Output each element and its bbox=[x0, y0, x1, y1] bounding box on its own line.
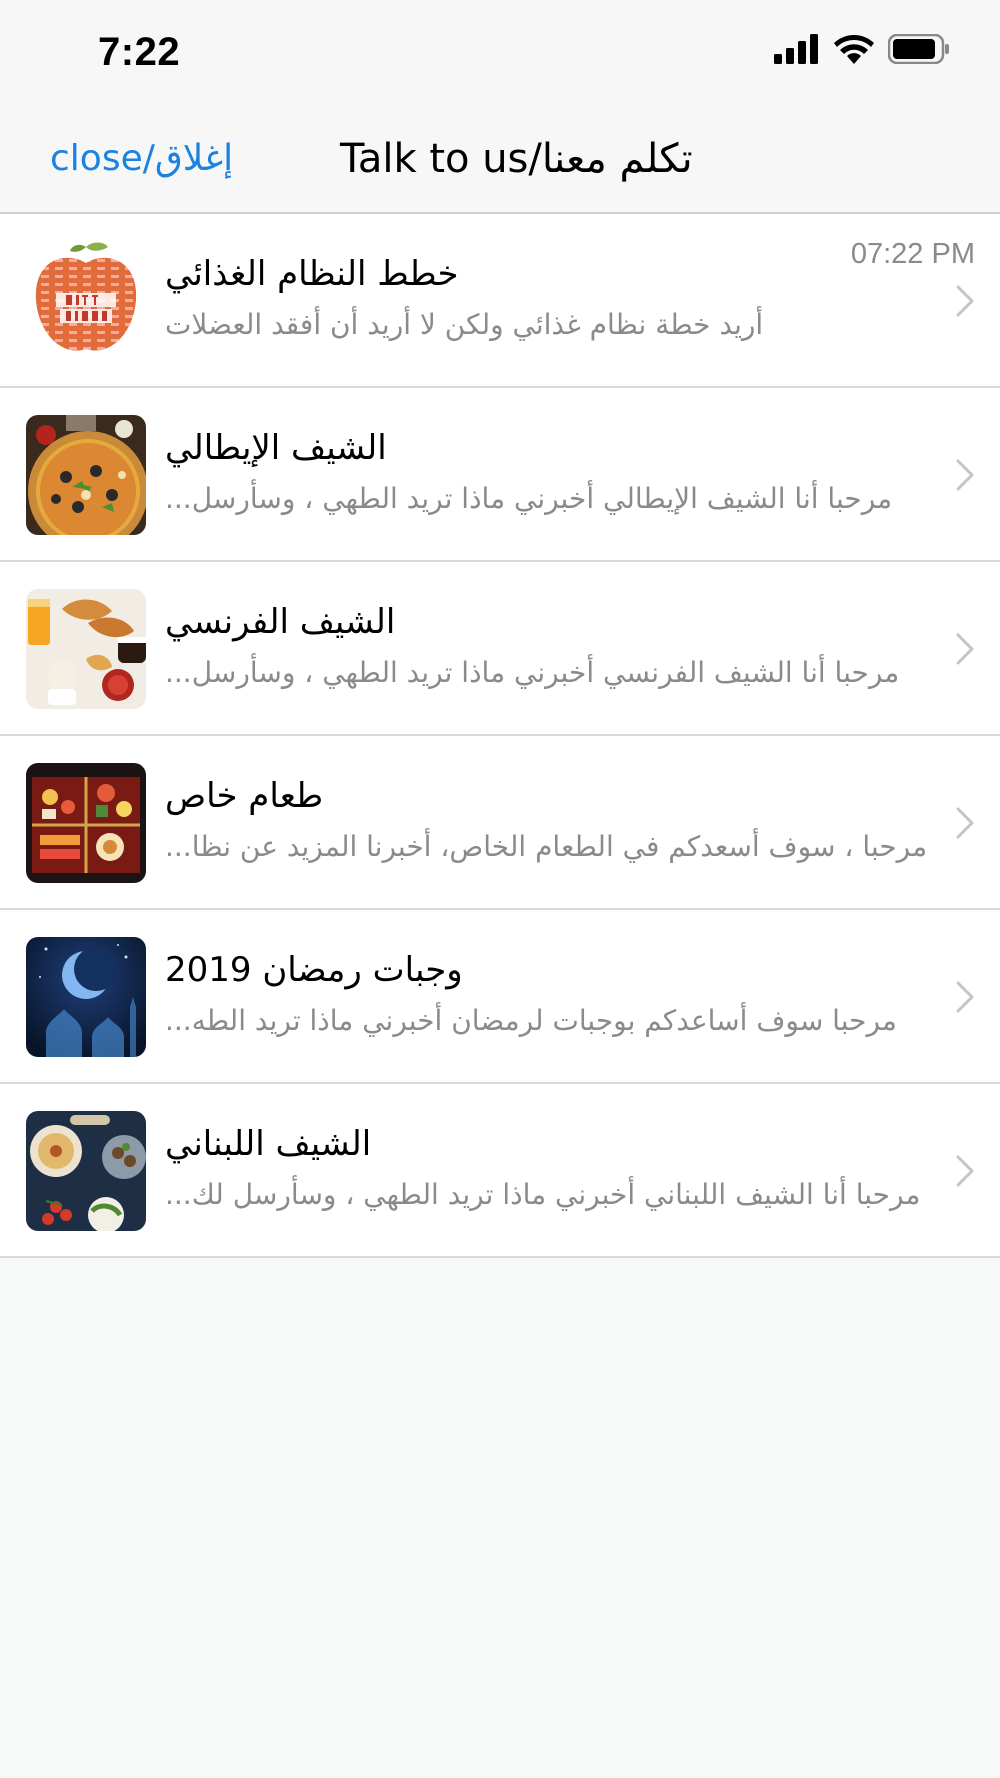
special-food-thumbnail bbox=[26, 763, 146, 883]
status-bar: 7:22 bbox=[0, 0, 1000, 100]
conversation-title: الشيف اللبناني bbox=[165, 1124, 372, 1164]
french-chef-thumbnail bbox=[26, 589, 146, 709]
conversation-preview: مرحبا أنا الشيف اللبناني أخبرني ماذا تري… bbox=[165, 1178, 921, 1211]
ramadan-meals-thumbnail bbox=[26, 937, 146, 1057]
conversation-title: الشيف الفرنسي bbox=[165, 602, 396, 642]
chevron-right-icon bbox=[956, 807, 974, 839]
status-time: 7:22 bbox=[98, 30, 181, 74]
ramadan-moon-image bbox=[26, 937, 146, 1057]
conversation-row-ramadan-meals[interactable]: وجبات رمضان 2019 مرحبا سوف أساعدكم بوجبا… bbox=[0, 910, 1000, 1084]
chevron-right-icon bbox=[956, 285, 974, 317]
conversation-preview: مرحبا أنا الشيف الفرنسي أخبرني ماذا تريد… bbox=[165, 656, 900, 689]
conversation-list: خطط النظام الغذائي أريد خطة نظام غذائي و… bbox=[0, 214, 1000, 1258]
close-button[interactable]: close/إغلاق bbox=[50, 138, 233, 179]
conversation-preview: أريد خطة نظام غذائي ولكن لا أريد أن أفقد… bbox=[165, 308, 764, 341]
conversation-title: الشيف الإيطالي bbox=[165, 428, 387, 468]
breakfast-image bbox=[26, 589, 146, 709]
battery-icon bbox=[888, 34, 949, 64]
conversation-row-diet-plan[interactable]: خطط النظام الغذائي أريد خطة نظام غذائي و… bbox=[0, 214, 1000, 388]
conversation-timestamp: 07:22 PM bbox=[850, 238, 975, 270]
conversation-title: طعام خاص bbox=[165, 776, 324, 816]
chevron-right-icon bbox=[956, 981, 974, 1013]
conversation-row-italian-chef[interactable]: الشيف الإيطالي مرحبا أنا الشيف الإيطالي … bbox=[0, 388, 1000, 562]
cellular-signal-icon bbox=[774, 34, 818, 64]
diet-plan-apple-image bbox=[26, 241, 146, 361]
navigation-bar: close/إغلاق Talk to us/تكلم معنا bbox=[0, 100, 1000, 214]
status-icons bbox=[774, 34, 950, 64]
conversation-title: خطط النظام الغذائي bbox=[165, 254, 459, 294]
italian-chef-thumbnail bbox=[26, 415, 146, 535]
conversation-title: وجبات رمضان 2019 bbox=[165, 950, 463, 990]
page-title: Talk to us/تكلم معنا bbox=[340, 136, 693, 182]
conversation-row-french-chef[interactable]: الشيف الفرنسي مرحبا أنا الشيف الفرنسي أخ… bbox=[0, 562, 1000, 736]
conversation-preview: مرحبا ، سوف أسعدكم في الطعام الخاص، أخبر… bbox=[165, 830, 928, 863]
diet-plan-thumbnail bbox=[26, 241, 146, 361]
lebanese-mezze-image bbox=[26, 1111, 146, 1231]
wifi-icon bbox=[834, 35, 874, 64]
pizza-image bbox=[26, 415, 146, 535]
conversation-row-special-food[interactable]: طعام خاص مرحبا ، سوف أسعدكم في الطعام ال… bbox=[0, 736, 1000, 910]
chevron-right-icon bbox=[956, 633, 974, 665]
chevron-right-icon bbox=[956, 1155, 974, 1187]
conversation-row-lebanese-chef[interactable]: الشيف اللبناني مرحبا أنا الشيف اللبناني … bbox=[0, 1084, 1000, 1258]
lebanese-chef-thumbnail bbox=[26, 1111, 146, 1231]
chevron-right-icon bbox=[956, 459, 974, 491]
conversation-preview: مرحبا أنا الشيف الإيطالي أخبرني ماذا تري… bbox=[165, 482, 893, 515]
bento-box-image bbox=[26, 763, 146, 883]
conversation-preview: مرحبا سوف أساعدكم بوجبات لرمضان أخبرني م… bbox=[165, 1004, 897, 1037]
